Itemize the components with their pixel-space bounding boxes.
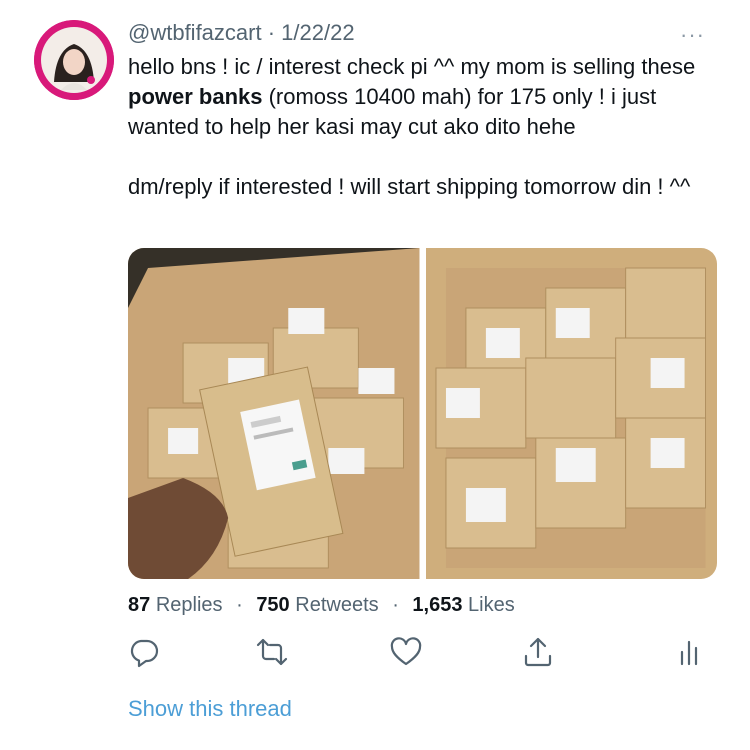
- replies-label: Replies: [155, 594, 223, 616]
- tweet-stats: 87 Replies · 750 Retweets · 1,653 Likes: [128, 594, 515, 617]
- stats-separator: ·: [392, 594, 399, 616]
- tweet-actions: [128, 636, 708, 668]
- show-thread-link[interactable]: Show this thread: [128, 696, 292, 722]
- tweet-paragraph-2: dm/reply if interested ! will start ship…: [128, 174, 691, 199]
- reply-icon: [130, 639, 159, 668]
- retweet-button[interactable]: [256, 636, 288, 668]
- tweet-header: @wtbfifazcart · 1/22/22: [128, 20, 355, 46]
- heart-icon: [390, 637, 422, 666]
- tweet-text-bold: power banks: [128, 84, 263, 109]
- reply-button[interactable]: [128, 636, 160, 668]
- share-button[interactable]: [522, 636, 554, 668]
- likes-count: 1,653: [412, 594, 463, 616]
- retweets-stat[interactable]: 750 Retweets: [256, 594, 378, 616]
- analytics-icon: [680, 640, 698, 666]
- likes-label: Likes: [468, 594, 515, 616]
- avatar-image: [34, 20, 114, 100]
- tweet-paragraph-1: hello bns ! ic / interest check pi ^^ my…: [128, 52, 728, 142]
- avatar[interactable]: [34, 20, 114, 100]
- tweet-text: hello bns ! ic / interest check pi ^^ my…: [128, 52, 728, 202]
- likes-stat[interactable]: 1,653 Likes: [412, 594, 514, 616]
- retweets-count: 750: [256, 594, 290, 616]
- stats-separator: ·: [236, 594, 243, 616]
- analytics-button[interactable]: [674, 636, 706, 668]
- photo-right[interactable]: [425, 248, 717, 579]
- tweet-date[interactable]: 1/22/22: [281, 20, 354, 45]
- retweets-label: Retweets: [295, 594, 379, 616]
- share-icon: [524, 637, 552, 667]
- more-options-icon[interactable]: ···: [680, 22, 705, 48]
- photo-left[interactable]: [128, 248, 420, 579]
- tweet-text-part-1: hello bns ! ic / interest check pi ^^ my…: [128, 54, 696, 79]
- user-handle[interactable]: @wtbfifazcart: [128, 20, 262, 45]
- replies-stat[interactable]: 87 Replies: [128, 594, 223, 616]
- like-button[interactable]: [390, 636, 422, 668]
- tweet-media[interactable]: [128, 248, 717, 579]
- header-separator: ·: [267, 20, 276, 45]
- replies-count: 87: [128, 594, 151, 616]
- retweet-icon: [256, 638, 288, 666]
